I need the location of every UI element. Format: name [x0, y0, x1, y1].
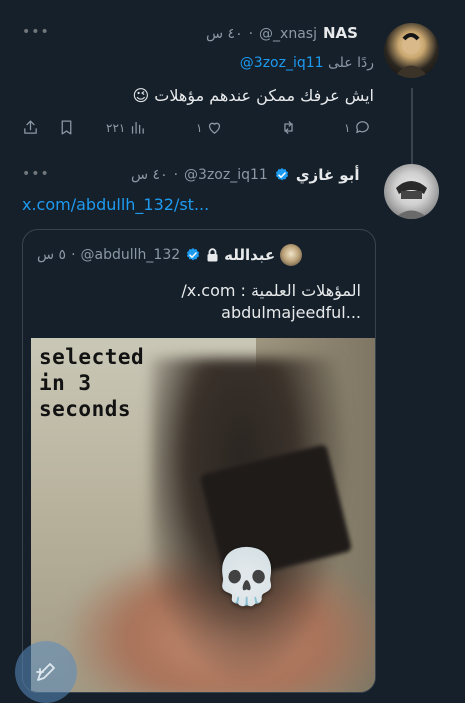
verified-icon	[187, 248, 200, 261]
tweet-1-header: ٤٠ س · @_xnasj NAS	[206, 24, 358, 42]
more-icon[interactable]: •••	[22, 24, 50, 40]
separator: ·	[248, 26, 254, 42]
compose-button[interactable]	[15, 641, 77, 703]
quote-handle[interactable]: @abdullh_132	[81, 247, 181, 263]
avatar-abdullah[interactable]	[280, 244, 303, 266]
quote-text: المؤهلات العلمية : x.com/ abdulmajeedful…	[181, 280, 361, 324]
like-icon	[209, 122, 221, 134]
reply-button[interactable]: ١	[344, 119, 371, 136]
quote-header: ٥ س · @abdullh_132 عبدالله	[37, 244, 303, 266]
quote-media[interactable]: selected in 3 seconds 💀	[31, 338, 375, 692]
quote-user-name[interactable]: عبدالله	[224, 246, 275, 264]
reply-count: ١	[344, 120, 351, 135]
compose-icon	[36, 663, 55, 681]
bookmark-icon	[61, 120, 72, 135]
user-name[interactable]: NAS	[323, 24, 358, 42]
reply-to-handle[interactable]: @3zoz_iq11	[240, 55, 324, 71]
user-handle[interactable]: @_xnasj	[259, 26, 317, 42]
quote-time: ٥ س	[37, 247, 67, 263]
separator: ·	[173, 167, 179, 183]
separator: ·	[71, 247, 76, 263]
verified-icon	[275, 168, 288, 181]
media-overlay-text: selected in 3 seconds	[39, 345, 145, 421]
tweet-time: ٤٠ س	[131, 167, 168, 183]
quote-text-line-2: abdulmajeedful...	[221, 303, 361, 322]
tweet-time: ٤٠ س	[206, 26, 243, 42]
lock-icon	[207, 248, 218, 262]
reply-icon	[356, 121, 370, 134]
like-button[interactable]: ١	[196, 119, 223, 136]
views-icon	[132, 121, 145, 134]
views-count: ٢٢١	[106, 120, 126, 135]
reply-to-label: ردًا على	[328, 55, 374, 71]
thread-line	[411, 88, 413, 164]
bookmark-button[interactable]	[58, 119, 75, 136]
action-bar: ٢٢١ ١ ١	[18, 119, 378, 139]
tweet-text: ايش عرفك ممكن عندهم مؤهلات 😉	[132, 86, 375, 105]
retweet-button[interactable]	[280, 119, 297, 136]
retweet-icon	[284, 121, 293, 134]
avatar-nas[interactable]	[384, 23, 439, 78]
views-button[interactable]: ٢٢١	[106, 119, 146, 136]
more-icon[interactable]: •••	[22, 166, 50, 182]
reply-to-line: ردًا على @3zoz_iq11	[240, 55, 374, 71]
user-name[interactable]: أبو غازي	[296, 166, 360, 184]
tweet-2-header: ٤٠ س · @3zoz_iq11 أبو غازي	[131, 166, 359, 184]
avatar-abu-ghazi[interactable]	[384, 164, 439, 219]
like-count: ١	[196, 120, 203, 135]
tweet-link[interactable]: x.com/abdullh_132/st...	[22, 195, 209, 214]
share-icon	[24, 120, 37, 134]
user-handle[interactable]: @3zoz_iq11	[184, 167, 268, 183]
share-button[interactable]	[22, 119, 39, 136]
skull-icon: 💀	[213, 545, 281, 608]
quoted-tweet[interactable]: ٥ س · @abdullh_132 عبدالله المؤهلات العل…	[22, 229, 376, 693]
quote-text-line-1: المؤهلات العلمية : x.com/	[181, 281, 361, 300]
